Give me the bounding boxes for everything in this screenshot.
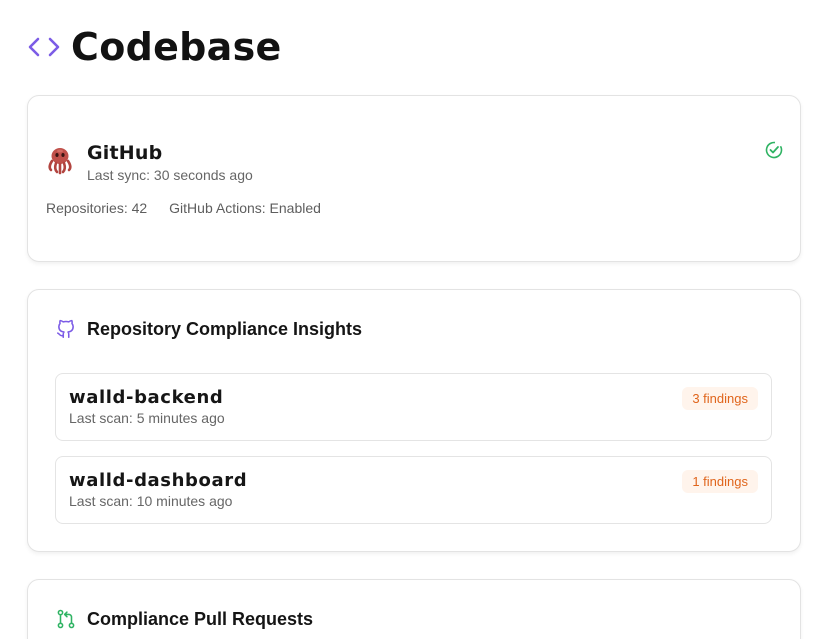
github-actions-status: GitHub Actions: Enabled	[169, 200, 321, 216]
repo-name: walld-backend	[69, 387, 224, 408]
findings-badge[interactable]: 3 findings	[682, 387, 758, 410]
insights-header: Repository Compliance Insights	[55, 318, 362, 340]
repo-item[interactable]: walld-dashboard Last scan: 10 minutes ag…	[55, 456, 772, 524]
git-pull-request-icon	[57, 609, 75, 629]
integration-name: GitHub	[87, 142, 163, 164]
compliance-pull-requests-card: Compliance Pull Requests	[27, 579, 801, 639]
repo-last-scan: Last scan: 10 minutes ago	[69, 493, 233, 509]
pull-requests-title: Compliance Pull Requests	[87, 608, 314, 629]
code-brackets-icon	[28, 37, 60, 57]
insights-title: Repository Compliance Insights	[87, 318, 363, 339]
compliance-insights-card: Repository Compliance Insights walld-bac…	[27, 289, 801, 552]
repositories-count: Repositories: 42	[46, 200, 148, 216]
github-icon	[56, 319, 74, 339]
repo-item[interactable]: walld-backend Last scan: 5 minutes ago 3…	[55, 373, 772, 441]
github-integration-card: GitHub Last sync: 30 seconds ago Reposit…	[27, 95, 801, 262]
check-circle-icon	[765, 141, 783, 159]
page-header: Codebase	[27, 25, 282, 69]
repo-last-scan: Last scan: 5 minutes ago	[69, 410, 225, 426]
codebase-page: Codebase GitHub Last sync: 30 seconds ag…	[0, 0, 828, 639]
page-title: Codebase	[71, 25, 282, 69]
integration-meta: Repositories: 42 GitHub Actions: Enabled	[46, 200, 321, 216]
findings-badge[interactable]: 1 findings	[682, 470, 758, 493]
pull-requests-header: Compliance Pull Requests	[55, 608, 313, 630]
octopus-logo-icon	[48, 148, 72, 175]
integration-header: GitHub Last sync: 30 seconds ago	[45, 142, 253, 183]
repo-name: walld-dashboard	[69, 470, 248, 491]
last-sync-text: Last sync: 30 seconds ago	[87, 167, 253, 183]
integration-text: GitHub Last sync: 30 seconds ago	[87, 142, 253, 183]
